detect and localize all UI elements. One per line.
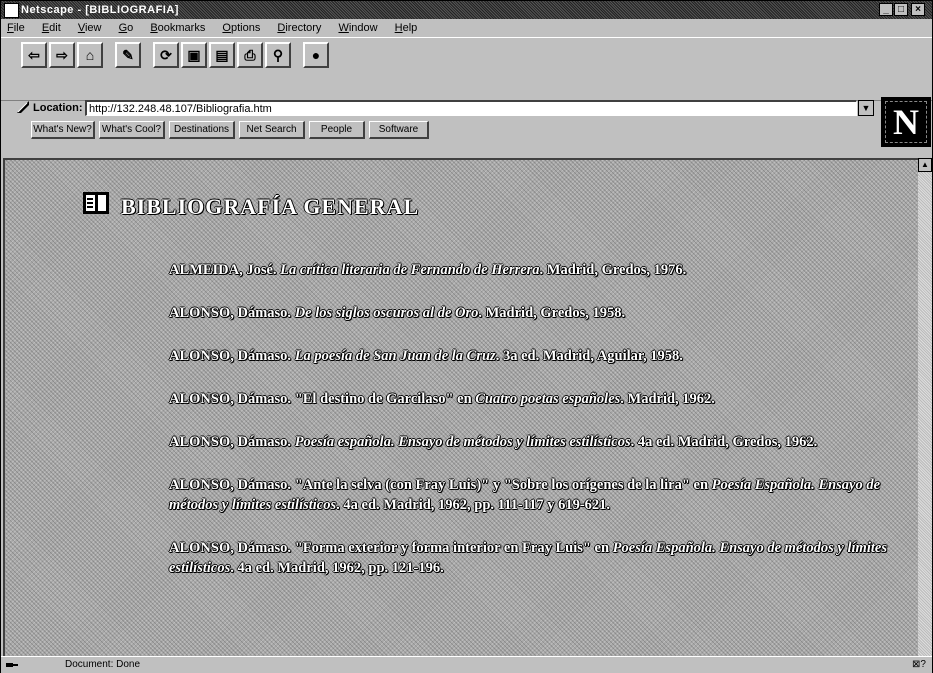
netscape-logo[interactable]: N (881, 97, 931, 147)
entry-article: "El destino de Garcilaso" en (291, 391, 476, 407)
vertical-scrollbar[interactable]: ▲ (918, 158, 932, 656)
bibliography-entry: ALONSO, Dámaso. "Forma exterior y forma … (169, 538, 909, 578)
bibliography-entry: ALONSO, Dámaso. Poesía española. Ensayo … (169, 432, 909, 452)
find-icon: ⚲ (272, 47, 284, 63)
menu-go[interactable]: Go (119, 20, 134, 36)
location-dropdown-button[interactable]: ▼ (858, 100, 874, 116)
menu-bar: File Edit View Go Bookmarks Options Dire… (1, 20, 932, 36)
menu-view[interactable]: View (78, 20, 102, 36)
mail-status-icon[interactable]: ⊠? (912, 657, 926, 672)
entry-publication: . 4a ed. Madrid, 1962, pp. 111-117 y 619… (336, 497, 611, 513)
entry-author: ALONSO, Dámaso. (169, 477, 292, 493)
entry-publication: . 4a ed. Madrid, Gredos, 1962. (630, 434, 818, 450)
entry-publication: . 3a ed. Madrid, Aguilar, 1958. (495, 348, 683, 364)
toolbar: ⇦ ⇨ ⌂ ✎ ⟳ ▣ ▤ ⎙ ⚲ ● (1, 37, 932, 101)
entry-publication: . Madrid, 1962. (620, 391, 715, 407)
title-bar[interactable]: Netscape - [BIBLIOGRAFIA] _ □ × (1, 1, 932, 19)
security-key-icon (6, 663, 18, 667)
images-icon: ▣ (187, 47, 201, 63)
close-button[interactable]: × (911, 3, 925, 16)
menu-window[interactable]: Window (338, 20, 377, 36)
location-label: Location: (33, 102, 83, 114)
entry-article: "Forma exterior y forma interior en Fray… (291, 540, 613, 556)
menu-edit[interactable]: Edit (42, 20, 61, 36)
chevron-up-icon: ▲ (921, 160, 929, 169)
netscape-app-icon[interactable] (4, 3, 19, 18)
minimize-button[interactable]: _ (879, 3, 893, 16)
page-title: BIBLIOGRAFÍA GENERAL (121, 194, 420, 219)
print-icon: ⎙ (244, 47, 256, 63)
images-button[interactable]: ▣ (181, 42, 207, 68)
home-icon: ⌂ (85, 47, 95, 63)
net-search-button[interactable]: Net Search (239, 121, 305, 139)
entry-title: De los siglos oscuros al de Oro (294, 305, 479, 321)
back-icon: ⇦ (28, 47, 40, 63)
bibliography-entry: ALONSO, Dámaso. "El destino de Garcilaso… (169, 389, 909, 409)
status-bar: Document: Done ⊠? (1, 656, 932, 673)
entry-author: ALONSO, Dámaso. (169, 434, 292, 450)
location-bar: Location: ▼ (1, 99, 932, 119)
entry-title: La poesía de San Juan de la Cruz (294, 348, 496, 364)
entry-publication: . 4a ed. Madrid, 1962, pp. 121-196. (230, 560, 444, 576)
edit-icon: ✎ (122, 47, 134, 63)
entry-author: ALONSO, Dámaso. (169, 348, 292, 364)
entry-author: ALONSO, Dámaso. (169, 391, 292, 407)
open-icon: ▤ (215, 47, 229, 63)
stop-icon: ● (311, 47, 321, 63)
find-button[interactable]: ⚲ (265, 42, 291, 68)
menu-options[interactable]: Options (222, 20, 260, 36)
page-content: BIBLIOGRAFÍA GENERAL ALMEIDA, José. La c… (3, 158, 918, 656)
location-input[interactable] (85, 100, 857, 116)
whats-new-button[interactable]: What's New? (31, 121, 95, 139)
menu-help[interactable]: Help (395, 20, 418, 36)
browser-window: Netscape - [BIBLIOGRAFIA] _ □ × File Edi… (0, 0, 933, 673)
entry-author: ALMEIDA, José. (169, 262, 277, 278)
people-button[interactable]: People (309, 121, 365, 139)
entry-author: ALONSO, Dámaso. (169, 305, 292, 321)
bibliography-entry: ALONSO, Dámaso. La poesía de San Juan de… (169, 346, 909, 366)
bookmark-quickfile-icon[interactable] (15, 99, 31, 115)
bibliography-entry: ALONSO, Dámaso. "Ante la selva (con Fray… (169, 475, 909, 515)
book-icon (83, 190, 113, 216)
edit-button[interactable]: ✎ (115, 42, 141, 68)
whats-cool-button[interactable]: What's Cool? (99, 121, 165, 139)
software-button[interactable]: Software (369, 121, 429, 139)
entry-author: ALONSO, Dámaso. (169, 540, 292, 556)
print-button[interactable]: ⎙ (237, 42, 263, 68)
entry-publication: . Madrid, Gredos, 1976. (539, 262, 687, 278)
bibliography-list: ALMEIDA, José. La crítica literaria de F… (169, 260, 909, 601)
menu-directory[interactable]: Directory (277, 20, 321, 36)
home-button[interactable]: ⌂ (77, 42, 103, 68)
back-button[interactable]: ⇦ (21, 42, 47, 68)
status-text: Document: Done (65, 659, 141, 670)
netscape-logo-letter: N (893, 102, 919, 142)
entry-title: Cuatro poetas españoles (475, 391, 621, 407)
entry-title: Poesía española. Ensayo de métodos y lím… (294, 434, 631, 450)
maximize-button[interactable]: □ (894, 3, 908, 16)
stop-button[interactable]: ● (303, 42, 329, 68)
forward-button[interactable]: ⇨ (49, 42, 75, 68)
reload-icon: ⟳ (160, 47, 172, 63)
entry-publication: . Madrid, Gredos, 1958. (478, 305, 626, 321)
entry-title: La crítica literaria de Fernando de Herr… (280, 262, 540, 278)
open-button[interactable]: ▤ (209, 42, 235, 68)
forward-icon: ⇨ (56, 47, 68, 63)
reload-button[interactable]: ⟳ (153, 42, 179, 68)
bibliography-entry: ALMEIDA, José. La crítica literaria de F… (169, 260, 909, 280)
entry-article: "Ante la selva (con Fray Luis)" y "Sobre… (291, 477, 712, 493)
scroll-up-button[interactable]: ▲ (918, 158, 932, 172)
chevron-down-icon: ▼ (861, 103, 871, 113)
menu-file[interactable]: File (7, 20, 25, 36)
bibliography-entry: ALONSO, Dámaso. De los siglos oscuros al… (169, 303, 909, 323)
menu-bookmarks[interactable]: Bookmarks (150, 20, 205, 36)
destinations-button[interactable]: Destinations (169, 121, 235, 139)
window-title: Netscape - [BIBLIOGRAFIA] (21, 4, 179, 16)
